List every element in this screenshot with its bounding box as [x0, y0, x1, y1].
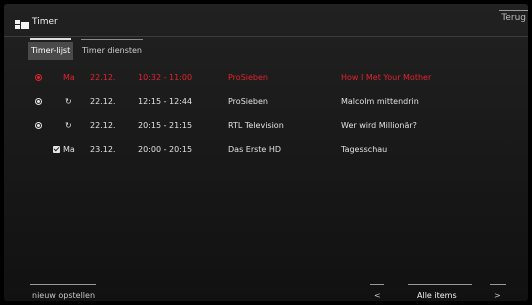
prev-button[interactable]: <	[374, 291, 381, 300]
repeat-icon: ↻	[65, 97, 72, 106]
prev-button-line	[370, 284, 384, 285]
timer-row[interactable]: ↻ 22.12. 12:15 - 12:44 ProSieben Malcolm…	[4, 90, 528, 114]
page-title: Timer	[32, 17, 58, 27]
timer-day: Ma	[63, 73, 75, 82]
timer-channel: RTL Television	[228, 121, 284, 130]
back-button-label: Terug	[501, 13, 526, 23]
timer-time: 10:32 - 11:00	[138, 73, 193, 82]
timer-title: Wer wird Millionär?	[341, 121, 417, 130]
tab-label: Timer-lijst	[31, 46, 71, 55]
timer-day: Ma	[63, 145, 75, 154]
timer-row[interactable]: Ma 22.12. 10:32 - 11:00 ProSieben How I …	[4, 66, 528, 90]
checkbox-icon[interactable]	[53, 146, 60, 153]
timer-channel: Das Erste HD	[228, 145, 282, 154]
timer-row[interactable]: Ma 23.12. 20:00 - 20:15 Das Erste HD Tag…	[4, 138, 528, 162]
timer-time: 20:15 - 21:15	[138, 121, 193, 130]
tab-indicator	[30, 38, 72, 40]
timer-screen: Timer Terug Timer-lijst Timer diensten M…	[4, 4, 528, 301]
timer-row[interactable]: ↻ 22.12. 20:15 - 21:15 RTL Television We…	[4, 114, 528, 138]
next-button[interactable]: >	[494, 291, 501, 300]
record-icon	[35, 98, 42, 105]
timer-date: 22.12.	[90, 73, 116, 82]
repeat-icon: ↻	[65, 121, 72, 130]
tab-label: Timer diensten	[82, 46, 142, 55]
timer-title: How I Met Your Mother	[341, 73, 432, 82]
timer-app-icon	[15, 20, 29, 29]
header-divider	[4, 36, 528, 37]
tab-timer-services[interactable]: Timer diensten	[79, 39, 145, 60]
filter-button-line	[408, 284, 472, 285]
tab-timer-list[interactable]: Timer-lijst	[28, 38, 74, 60]
record-icon	[35, 74, 42, 81]
timer-channel: ProSieben	[228, 73, 268, 82]
tab-indicator	[81, 39, 143, 40]
new-timer-button[interactable]: nieuw opstellen	[32, 291, 95, 300]
timer-date: 22.12.	[90, 97, 116, 106]
back-button-line	[499, 10, 528, 11]
timer-date: 23.12.	[90, 145, 116, 154]
timer-time: 20:00 - 20:15	[138, 145, 193, 154]
filter-button[interactable]: Alle items	[417, 291, 457, 300]
back-button[interactable]: Terug	[499, 10, 528, 23]
record-icon	[35, 122, 42, 129]
next-button-line	[490, 284, 506, 285]
timer-time: 12:15 - 12:44	[138, 97, 193, 106]
timer-title: Malcolm mittendrin	[341, 97, 419, 106]
new-button-line	[30, 284, 96, 285]
timer-date: 22.12.	[90, 121, 116, 130]
timer-title: Tagesschau	[341, 145, 388, 154]
timer-channel: ProSieben	[228, 97, 268, 106]
